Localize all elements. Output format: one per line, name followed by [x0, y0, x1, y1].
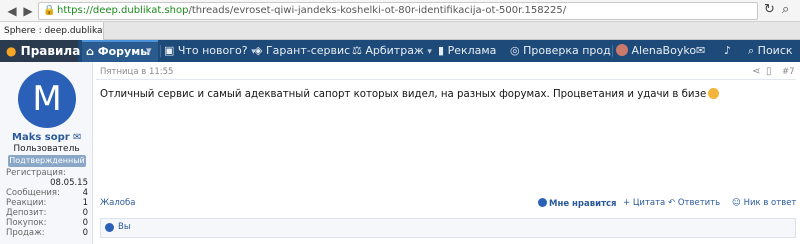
- report-link[interactable]: Жалоба: [100, 198, 135, 208]
- nav-username: AlenaBoyko: [631, 44, 697, 57]
- browser-url-bar: ◀ ▶ 🔒 https://deep.dublikat.shop/threads…: [0, 0, 800, 22]
- envelope-icon[interactable]: ✉: [696, 40, 705, 62]
- share-icon[interactable]: ⋖: [752, 66, 760, 77]
- nav-whats-new[interactable]: ▣ Что нового? ▾: [164, 40, 256, 62]
- thumbs-up-icon: [105, 223, 114, 232]
- user-title: Пользователь: [13, 144, 80, 154]
- stat-label: Сообщения:: [6, 188, 60, 198]
- bell-icon[interactable]: ♪: [724, 40, 731, 62]
- stat-registration: Регистрация:: [6, 168, 88, 178]
- mention-label: Ник в ответ: [743, 198, 797, 208]
- nav-whats-new-label: Что нового?: [177, 44, 248, 57]
- stat-sales: Продаж: 0: [6, 228, 88, 238]
- stat-label: Регистрация:: [6, 168, 66, 178]
- nav-search[interactable]: ⌕ Поиск: [748, 40, 793, 62]
- stat-label: Реакции:: [6, 198, 47, 208]
- envelope-icon[interactable]: ✉: [73, 132, 81, 143]
- address-field[interactable]: 🔒 https://deep.dublikat.shop/threads/evr…: [38, 2, 758, 20]
- tab-bar: Sphere : deep.dublikat.shop: [0, 22, 800, 40]
- stat-purchases: Покупок: 0: [6, 218, 88, 228]
- like-label: Мне нравится: [549, 199, 617, 209]
- post-actions: Жалоба Мне нравится + Цитата ↶ Ответить …: [96, 198, 796, 212]
- browser-tab[interactable]: Sphere : deep.dublikat.shop: [0, 22, 104, 40]
- stat-messages: Сообщения: 4: [6, 188, 88, 198]
- bookmark-icon[interactable]: ▯: [766, 66, 772, 77]
- username-link[interactable]: Maks sopr: [12, 132, 70, 143]
- post-date[interactable]: Пятница в 11:55: [100, 67, 173, 77]
- nav-ads[interactable]: ▮ Реклама: [438, 40, 496, 62]
- post-message: Отличный сервис и самый адекватный сапор…: [100, 88, 790, 100]
- user-sidebar: M Maks sopr ✉ Пользователь Подтвержденны…: [0, 62, 93, 244]
- stat-label: Депозит:: [6, 208, 47, 218]
- nav-forums-dropdown-icon[interactable]: ▾: [146, 40, 152, 62]
- nav-guarantee[interactable]: ◈ Гарант-сервис: [254, 40, 350, 62]
- thumbs-up-icon: [538, 198, 547, 207]
- like-button[interactable]: Мне нравится: [538, 198, 617, 209]
- stat-label: Покупок:: [6, 218, 47, 228]
- quote-button[interactable]: + Цитата: [623, 198, 665, 208]
- url-host: https://deep.dublikat.shop: [57, 5, 189, 16]
- stat-value: 1: [82, 198, 88, 208]
- fist-emoji-icon: [708, 88, 720, 99]
- find-icon[interactable]: ⌕: [782, 2, 789, 17]
- post-header: Пятница в 11:55 ⋖ ▯ #7: [96, 66, 796, 80]
- nav-divider: [160, 45, 161, 57]
- reply-icon: ↶: [668, 198, 676, 208]
- nav-rules-label: Правила: [20, 44, 81, 58]
- stat-reactions: Реакции: 1: [6, 198, 88, 208]
- nav-ads-label: Реклама: [447, 44, 497, 57]
- lock-icon: 🔒: [43, 5, 56, 16]
- reload-icon[interactable]: ↻: [764, 2, 775, 17]
- logo-dot-icon: ●: [6, 44, 17, 58]
- nav-rules[interactable]: ● Правила: [0, 40, 81, 62]
- likes-text[interactable]: Вы: [118, 222, 131, 232]
- user-icon: ☺: [732, 198, 741, 208]
- chevron-down-icon: ▾: [427, 47, 432, 57]
- back-icon[interactable]: ◀: [4, 3, 20, 19]
- nav-guarantee-label: Гарант-сервис: [265, 44, 351, 57]
- forward-icon[interactable]: ▶: [20, 3, 36, 19]
- nav-user[interactable]: AlenaBoyko: [616, 40, 696, 62]
- reply-button[interactable]: ↶ Ответить: [668, 198, 720, 208]
- user-avatar: [616, 44, 628, 56]
- mention-button[interactable]: ☺ Ник в ответ: [732, 198, 796, 208]
- stat-value: 0: [82, 218, 88, 228]
- nav-forums-label: Форумы: [97, 45, 151, 58]
- url-text: https://deep.dublikat.shop/threads/evros…: [57, 5, 566, 16]
- stat-value: 08.05.15: [50, 178, 88, 188]
- nav-divider: [612, 45, 613, 57]
- post-number[interactable]: #7: [782, 67, 795, 77]
- stat-value: 0: [82, 208, 88, 218]
- nav-arbitrage-label: Арбитраж: [365, 44, 424, 57]
- nav-arbitrage[interactable]: ⚖ Арбитраж ▾: [352, 40, 432, 62]
- status-badge: Подтвержденный: [8, 155, 86, 167]
- reply-label: Ответить: [677, 198, 721, 208]
- stat-value: 0: [82, 228, 88, 238]
- stat-deposit: Депозит: 0: [6, 208, 88, 218]
- url-path: /threads/evroset-qiwi-jandeks-koshelki-o…: [188, 5, 567, 16]
- nav-check[interactable]: ◎ Проверка прод: [510, 40, 611, 62]
- stat-value: 4: [82, 188, 88, 198]
- nav-check-label: Проверка прод: [523, 44, 611, 57]
- stat-label: Продаж:: [6, 228, 45, 238]
- avatar[interactable]: M: [18, 70, 76, 128]
- post-text: Отличный сервис и самый адекватный сапор…: [100, 89, 707, 100]
- nav-search-label: Поиск: [757, 44, 793, 57]
- likes-bar: Вы: [100, 218, 796, 238]
- forum-navbar: ● Правила ⌂ Форумы ▾ ▣ Что нового? ▾ ◈ Г…: [0, 40, 800, 62]
